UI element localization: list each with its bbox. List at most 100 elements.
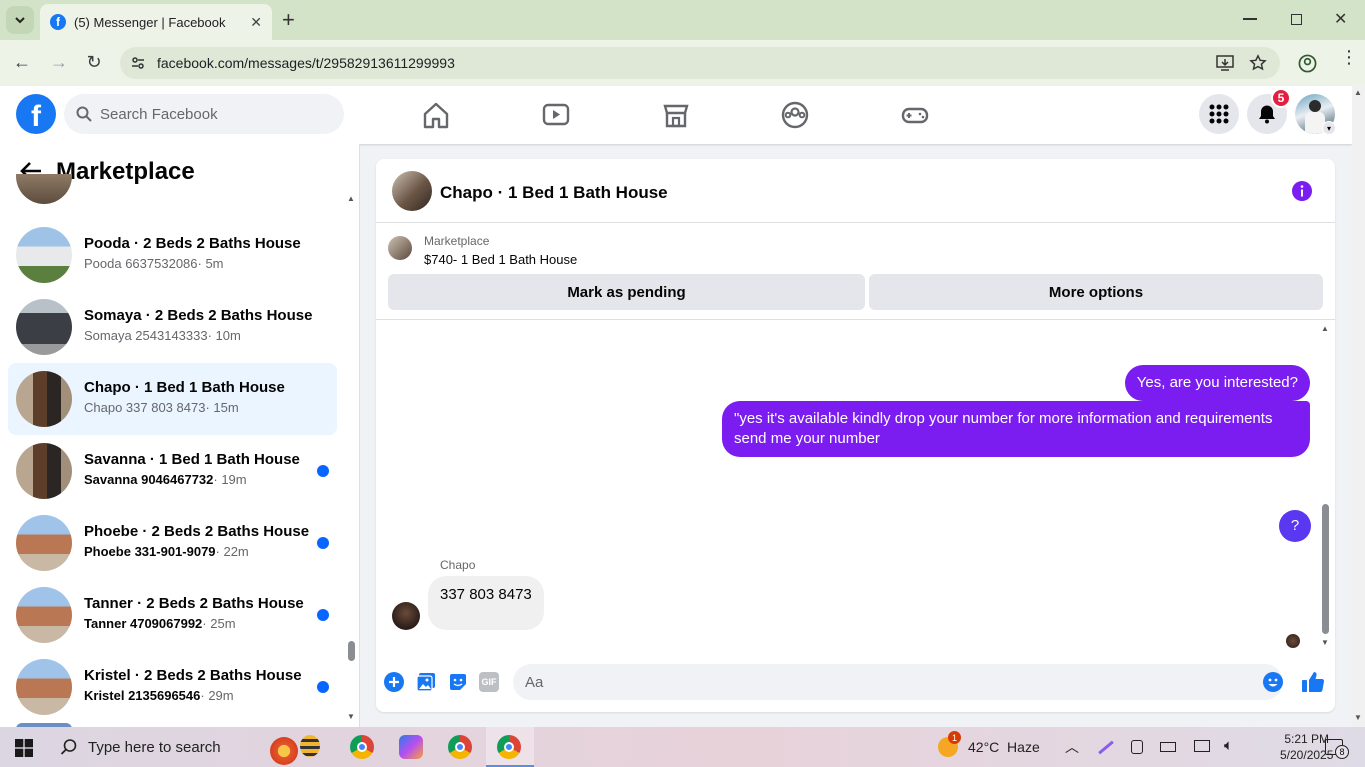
weather-widget[interactable]: 1 42°C Haze — [938, 731, 1040, 759]
gaming-icon[interactable] — [900, 100, 930, 130]
sticker-icon[interactable] — [448, 672, 468, 692]
close-tab-icon[interactable]: ✕ — [250, 14, 262, 31]
new-tab-button[interactable]: + — [282, 8, 302, 32]
install-app-icon[interactable] — [1216, 55, 1234, 71]
address-bar[interactable]: facebook.com/messages/t/2958291361129999… — [120, 47, 1280, 79]
copilot-app-icon[interactable] — [399, 735, 423, 759]
volume-icon[interactable]: 🔈︎ — [1224, 737, 1233, 754]
listing-thumbnail — [16, 443, 72, 499]
listing-detail[interactable]: $740- 1 Bed 1 Bath House — [424, 252, 577, 267]
menu-grid-button[interactable] — [1199, 94, 1239, 134]
scroll-up-arrow-icon[interactable]: ▲ — [1354, 88, 1362, 97]
conversation-sender: Phoebe 331-901-9079 — [84, 544, 216, 559]
browser-menu-icon[interactable]: ⋮ — [1340, 48, 1358, 66]
conversation-item[interactable]: Kristel · 2 Beds 2 Baths House Kristel 21… — [8, 651, 337, 723]
conversation-preview: Phoebe 331-901-9079· 22m — [84, 544, 249, 559]
message-input-placeholder: Aa — [525, 673, 544, 691]
scroll-down-arrow-icon[interactable]: ▼ — [1354, 713, 1362, 722]
search-input[interactable]: Search Facebook — [64, 94, 344, 134]
message-outgoing[interactable]: ? — [1279, 510, 1311, 542]
gif-icon[interactable]: GIF — [479, 672, 499, 692]
windows-start-icon[interactable] — [15, 739, 33, 757]
tab-list-dropdown-button[interactable] — [6, 6, 34, 34]
conversation-time: · 25m — [202, 616, 236, 631]
camera-tray-icon[interactable] — [1131, 740, 1143, 754]
notification-center-icon[interactable]: 8 — [1325, 739, 1349, 759]
conversation-sender: Somaya 2543143333 — [84, 328, 208, 343]
scroll-down-arrow-icon[interactable]: ▼ — [1321, 638, 1329, 647]
facebook-logo-icon[interactable]: f — [16, 94, 56, 134]
marketplace-icon[interactable] — [661, 100, 691, 130]
message-outgoing[interactable]: Yes, are you interested? — [1124, 365, 1310, 401]
pen-icon[interactable] — [1098, 740, 1114, 755]
photo-icon[interactable] — [416, 672, 436, 692]
message-sender-name: Chapo — [440, 558, 476, 572]
conversation-sender: Pooda 6637532086 — [84, 256, 198, 271]
minimize-window-button[interactable] — [1243, 18, 1257, 20]
scroll-up-arrow-icon[interactable]: ▲ — [347, 194, 355, 203]
chat-scrollbar[interactable]: ▲ ▼ — [1319, 324, 1331, 649]
sidebar-scrollbar[interactable]: ▲ ▼ — [346, 194, 358, 724]
mark-as-pending-button[interactable]: Mark as pending — [388, 274, 865, 310]
chat-avatar[interactable] — [392, 171, 432, 211]
conversation-time: · 29m — [200, 688, 234, 703]
message-outgoing[interactable]: "yes it's available kindly drop your num… — [722, 401, 1310, 457]
unread-dot-icon — [317, 465, 329, 477]
sidebar-scroll-thumb[interactable] — [348, 641, 355, 661]
chat-panel: Chapo · 1 Bed 1 Bath House Marketplace $… — [376, 159, 1335, 712]
conversation-preview: Tanner 4709067992· 25m — [84, 616, 236, 631]
tray-chevron-up-icon[interactable]: ︿ — [1065, 737, 1079, 757]
restore-window-button[interactable] — [1291, 14, 1302, 25]
chat-scroll-thumb[interactable] — [1322, 504, 1329, 634]
url-text: facebook.com/messages/t/2958291361129999… — [157, 55, 455, 71]
listing-thumbnail — [16, 371, 72, 427]
search-icon — [76, 106, 92, 122]
add-plus-icon[interactable] — [384, 672, 404, 692]
conversation-item[interactable]: Chapo · 1 Bed 1 Bath House Chapo 337 803 … — [8, 363, 337, 435]
profile-icon[interactable] — [1298, 54, 1317, 73]
forward-button[interactable]: → — [48, 51, 70, 73]
conversation-time: · 22m — [215, 544, 249, 559]
groups-icon[interactable] — [780, 100, 810, 130]
conversation-title: Chapo · 1 Bed 1 Bath House — [84, 379, 285, 396]
emoji-icon[interactable] — [1263, 672, 1283, 692]
battery-icon[interactable] — [1160, 742, 1176, 752]
conversation-item[interactable]: Phoebe · 2 Beds 2 Baths House Phoebe 331-… — [8, 507, 337, 579]
back-button[interactable]: ← — [11, 51, 33, 73]
video-icon[interactable] — [541, 100, 571, 130]
chrome-app-icon[interactable] — [448, 735, 472, 759]
conversation-item[interactable]: Savanna · 1 Bed 1 Bath House Savanna 9046… — [8, 435, 337, 507]
chat-title[interactable]: Chapo · 1 Bed 1 Bath House — [440, 183, 668, 203]
chevron-down-icon — [15, 17, 25, 24]
browser-tab-active[interactable]: f (5) Messenger | Facebook ✕ — [40, 4, 272, 40]
listing-thumbnail — [16, 227, 72, 283]
conversation-time: · 10m — [207, 328, 241, 343]
search-icon — [60, 739, 77, 755]
tab-title: (5) Messenger | Facebook — [74, 14, 226, 30]
conversation-item[interactable]: Pooda · 2 Beds 2 Baths House Pooda 663753… — [8, 219, 337, 291]
site-info-icon[interactable] — [130, 55, 146, 71]
close-window-button[interactable]: ✕ — [1334, 9, 1347, 29]
sender-avatar[interactable] — [392, 602, 420, 630]
listing-thumbnail[interactable] — [388, 236, 412, 260]
message-input[interactable]: Aa — [513, 664, 1283, 700]
listing-thumbnail — [16, 515, 72, 571]
home-icon[interactable] — [421, 100, 451, 130]
conversation-item[interactable]: Tanner · 2 Beds 2 Baths House Tanner 4709… — [8, 579, 337, 651]
chat-header: Chapo · 1 Bed 1 Bath House — [376, 159, 1335, 223]
network-icon[interactable] — [1194, 740, 1210, 752]
scroll-up-arrow-icon[interactable]: ▲ — [1321, 324, 1329, 333]
page-scrollbar[interactable]: ▲ ▼ — [1352, 86, 1365, 727]
like-thumbs-up-icon[interactable] — [1301, 670, 1325, 694]
account-chevron-icon[interactable]: ▾ — [1322, 121, 1336, 135]
reload-button[interactable]: ↻ — [83, 51, 105, 73]
more-options-button[interactable]: More options — [869, 274, 1323, 310]
scroll-down-arrow-icon[interactable]: ▼ — [347, 712, 355, 721]
bookmark-star-icon[interactable] — [1249, 54, 1267, 72]
chrome-app-icon[interactable] — [350, 735, 374, 759]
conversation-item[interactable]: Somaya · 2 Beds 2 Baths House Somaya 2543… — [8, 291, 337, 363]
message-incoming[interactable]: 337 803 8473 — [428, 576, 544, 630]
conversation-sender: Chapo 337 803 8473 — [84, 400, 206, 415]
info-icon[interactable] — [1292, 181, 1312, 201]
chrome-app-icon[interactable] — [497, 735, 521, 759]
